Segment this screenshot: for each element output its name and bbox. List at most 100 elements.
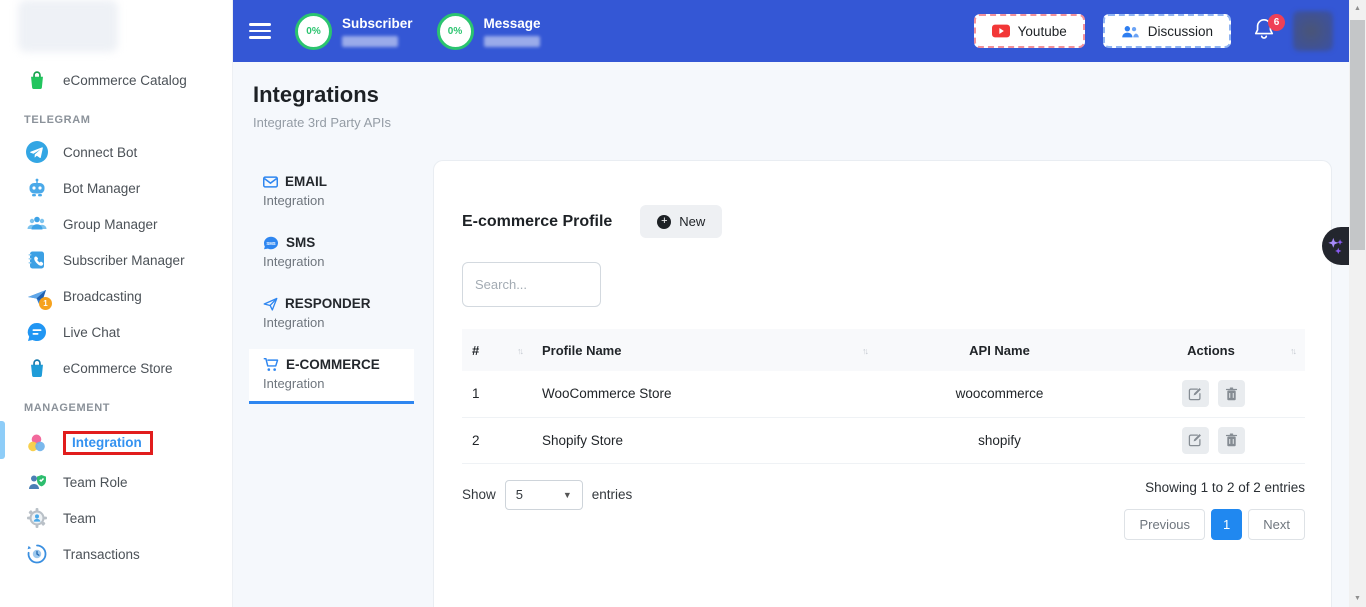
plus-circle-icon: + — [657, 215, 671, 229]
subscriber-stat-label: Subscriber — [342, 16, 413, 31]
message-stat: 0% Message — [437, 13, 541, 50]
user-avatar[interactable] — [1293, 11, 1333, 51]
shopping-bag-icon — [24, 68, 49, 93]
delete-button[interactable] — [1218, 427, 1245, 454]
subnav-item-email[interactable]: EMAIL Integration — [249, 166, 414, 218]
sparkles-icon — [1327, 236, 1345, 256]
api-name-cell: shopify — [877, 417, 1122, 463]
notification-bell[interactable]: 6 — [1253, 17, 1275, 46]
scroll-up-arrow[interactable]: ▲ — [1349, 0, 1366, 17]
sidebar-item-live-chat[interactable]: Live Chat — [0, 314, 232, 350]
sidebar-item-label: Subscriber Manager — [63, 253, 185, 268]
hamburger-menu-icon[interactable] — [249, 19, 271, 43]
broadcasting-badge: 1 — [39, 297, 52, 310]
new-button[interactable]: + New — [640, 205, 722, 238]
sidebar-item-label: eCommerce Catalog — [63, 73, 187, 88]
subnav-subtitle-text: Integration — [263, 315, 400, 330]
panel-title: E-commerce Profile — [462, 213, 612, 231]
sidebar-item-label: Team — [63, 511, 96, 526]
message-stat-value-redacted — [484, 36, 540, 47]
sidebar-item-label: Group Manager — [63, 217, 158, 232]
sidebar-item-transactions[interactable]: Transactions — [0, 536, 232, 572]
page-subtitle: Integrate 3rd Party APIs — [253, 115, 1349, 130]
search-input[interactable] — [462, 262, 601, 307]
sidebar-item-ecommerce-store[interactable]: eCommerce Store — [0, 350, 232, 386]
subnav-title-text: SMS — [286, 235, 315, 250]
sidebar-item-subscriber-manager[interactable]: Subscriber Manager — [0, 242, 232, 278]
telegram-icon — [24, 140, 49, 165]
sidebar-item-label: Broadcasting — [63, 289, 142, 304]
discussion-button[interactable]: Discussion — [1103, 14, 1231, 48]
entries-select[interactable]: 5 ▼ — [505, 480, 583, 510]
column-header-profile-name[interactable]: Profile Name↑↓ — [532, 329, 877, 371]
profiles-table: #↑↓ Profile Name↑↓ API Name Actions↑↓ 1 — [462, 329, 1305, 464]
scroll-down-arrow[interactable]: ▼ — [1349, 590, 1366, 607]
sort-icon[interactable]: ↑↓ — [1290, 346, 1295, 356]
app-logo — [18, 0, 118, 52]
subnav-item-sms[interactable]: SMS SMS Integration — [249, 227, 414, 279]
profile-name-cell: Shopify Store — [532, 417, 877, 463]
youtube-button[interactable]: Youtube — [974, 14, 1085, 48]
integration-subnav: EMAIL Integration SMS SMS Integration RE… — [249, 166, 414, 413]
envelope-icon — [263, 176, 278, 188]
subnav-subtitle-text: Integration — [263, 254, 400, 269]
sidebar-item-label: Transactions — [63, 547, 140, 562]
sidebar-item-ecommerce-catalog[interactable]: eCommerce Catalog — [0, 62, 232, 98]
show-label: Show — [462, 487, 496, 502]
svg-text:SMS: SMS — [266, 240, 275, 245]
subnav-title-text: EMAIL — [285, 174, 327, 189]
subnav-item-ecommerce[interactable]: E-COMMERCE Integration — [249, 349, 414, 404]
sidebar-item-connect-bot[interactable]: Connect Bot — [0, 134, 232, 170]
topbar: 0% Subscriber 0% Message Youtube Discuss… — [233, 0, 1349, 62]
chevron-down-icon: ▼ — [563, 490, 572, 500]
discussion-button-label: Discussion — [1148, 24, 1213, 39]
youtube-icon — [992, 24, 1010, 38]
active-indicator — [0, 421, 5, 459]
subscriber-stat-value-redacted — [342, 36, 398, 47]
edit-button[interactable] — [1182, 427, 1209, 454]
subnav-item-responder[interactable]: RESPONDER Integration — [249, 288, 414, 340]
column-header-num[interactable]: #↑↓ — [462, 329, 532, 371]
next-page-button[interactable]: Next — [1248, 509, 1305, 540]
gear-user-icon — [24, 506, 49, 531]
page-1-button[interactable]: 1 — [1211, 509, 1242, 540]
subnav-subtitle-text: Integration — [263, 376, 400, 391]
sidebar-section-telegram: TELEGRAM — [0, 98, 232, 134]
column-header-actions[interactable]: Actions↑↓ — [1122, 329, 1305, 371]
sidebar-item-team-role[interactable]: Team Role — [0, 464, 232, 500]
trash-icon — [1225, 433, 1238, 447]
sidebar-item-bot-manager[interactable]: Bot Manager — [0, 170, 232, 206]
entries-label: entries — [592, 487, 633, 502]
history-clock-icon — [24, 542, 49, 567]
ecommerce-profile-card: E-commerce Profile + New #↑↓ Profile Nam… — [433, 160, 1332, 607]
cart-icon — [263, 357, 279, 372]
sidebar-item-group-manager[interactable]: Group Manager — [0, 206, 232, 242]
table-row: 2 Shopify Store shopify — [462, 417, 1305, 463]
subscriber-stat: 0% Subscriber — [295, 13, 413, 50]
sidebar-item-broadcasting[interactable]: 1 Broadcasting — [0, 278, 232, 314]
send-plane-icon — [263, 297, 278, 311]
scrollbar-thumb[interactable] — [1350, 20, 1365, 250]
row-number: 1 — [462, 371, 532, 417]
delete-button[interactable] — [1218, 380, 1245, 407]
column-header-api-name[interactable]: API Name — [877, 329, 1122, 371]
new-button-label: New — [679, 214, 705, 229]
discussion-users-icon — [1121, 24, 1140, 39]
sidebar-section-management: MANAGEMENT — [0, 386, 232, 422]
edit-button[interactable] — [1182, 380, 1209, 407]
sort-icon[interactable]: ↑↓ — [517, 346, 522, 356]
notification-count-badge: 6 — [1268, 14, 1285, 31]
sidebar-item-label: Team Role — [63, 475, 128, 490]
table-row: 1 WooCommerce Store woocommerce — [462, 371, 1305, 417]
showing-entries-text: Showing 1 to 2 of 2 entries — [1145, 480, 1305, 495]
sort-icon[interactable]: ↑↓ — [862, 346, 867, 356]
scrollbar[interactable]: ▲ ▼ — [1349, 0, 1366, 607]
row-number: 2 — [462, 417, 532, 463]
store-bag-icon — [24, 356, 49, 381]
contacts-book-icon — [24, 248, 49, 273]
paper-plane-icon: 1 — [24, 284, 49, 309]
previous-page-button[interactable]: Previous — [1124, 509, 1205, 540]
sidebar-item-team[interactable]: Team — [0, 500, 232, 536]
sidebar-item-integration[interactable]: Integration — [0, 422, 232, 464]
youtube-button-label: Youtube — [1018, 24, 1067, 39]
